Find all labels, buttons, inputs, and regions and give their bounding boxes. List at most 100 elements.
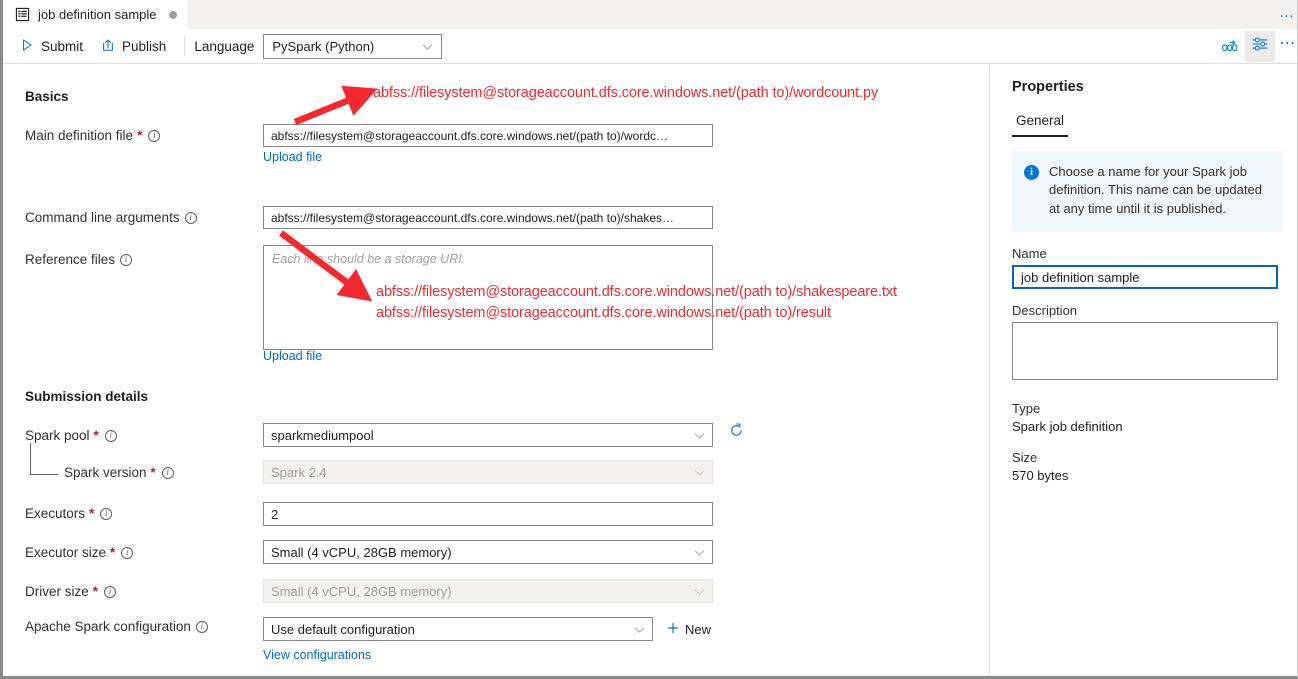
- new-label: New: [685, 622, 711, 637]
- spark-version-dropdown: Spark 2.4: [263, 460, 713, 484]
- required-asterisk: *: [94, 428, 99, 443]
- tab-overflow-menu[interactable]: …: [1273, 0, 1298, 29]
- main-definition-file-label-text: Main definition file: [25, 128, 133, 143]
- name-input[interactable]: [1012, 265, 1278, 289]
- language-dropdown[interactable]: PySpark (Python): [263, 34, 442, 59]
- required-asterisk: *: [93, 584, 98, 599]
- name-field-label: Name: [1012, 246, 1282, 261]
- spark-pool-dropdown[interactable]: sparkmediumpool: [263, 423, 713, 447]
- add-to-pipeline-button[interactable]: [1215, 31, 1245, 62]
- spark-job-definition-editor: job definition sample … Submit Pub: [0, 0, 1298, 679]
- info-icon[interactable]: i: [120, 254, 132, 266]
- view-configurations-link[interactable]: View configurations: [263, 648, 371, 662]
- chevron-down-icon: [694, 584, 705, 599]
- upload-main-file-link[interactable]: Upload file: [263, 150, 322, 164]
- required-asterisk: *: [89, 506, 94, 521]
- size-label: Size: [1012, 450, 1282, 465]
- command-bar: Submit Publish Language PySpark (Python): [3, 29, 1298, 64]
- upload-box-icon: [101, 38, 115, 55]
- executor-size-value: Small (4 vCPU, 28GB memory): [271, 545, 452, 560]
- tab-label: job definition sample: [38, 7, 157, 22]
- language-label: Language: [194, 39, 254, 54]
- spark-pool-label-text: Spark pool: [25, 428, 90, 443]
- type-value: Spark job definition: [1012, 419, 1282, 434]
- apache-spark-configuration-label: Apache Spark configuration i: [25, 619, 208, 634]
- command-line-arguments-label: Command line arguments i: [25, 210, 197, 225]
- main-definition-file-label: Main definition file * i: [25, 128, 160, 143]
- command-line-arguments-label-text: Command line arguments: [25, 210, 180, 225]
- refresh-icon: [728, 422, 745, 444]
- unsaved-changes-dot: [169, 11, 177, 19]
- language-value: PySpark (Python): [272, 39, 374, 54]
- chevron-down-icon: [694, 465, 705, 480]
- tab-job-definition-sample[interactable]: job definition sample: [3, 0, 187, 29]
- executor-size-label: Executor size * i: [25, 545, 133, 560]
- chevron-down-icon: [634, 622, 645, 637]
- driver-size-value: Small (4 vCPU, 28GB memory): [271, 584, 452, 599]
- submit-button[interactable]: Submit: [11, 32, 92, 60]
- add-to-pipeline-icon: [1220, 34, 1240, 59]
- new-configuration-button[interactable]: New: [666, 621, 711, 638]
- basics-section-title: Basics: [25, 89, 69, 104]
- properties-panel: Properties General i Choose a name for y…: [990, 65, 1298, 676]
- more-options-button[interactable]: ⋯: [1275, 31, 1298, 62]
- info-icon[interactable]: i: [100, 508, 112, 520]
- annotation-arrow-main-file: [293, 85, 393, 125]
- executors-label: Executors * i: [25, 506, 112, 521]
- reference-files-label-text: Reference files: [25, 252, 115, 267]
- type-label: Type: [1012, 401, 1282, 416]
- properties-info-box: i Choose a name for your Spark job defin…: [1012, 151, 1282, 232]
- executors-label-text: Executors: [25, 506, 85, 521]
- info-circle-icon: i: [1024, 165, 1039, 180]
- properties-toggle-button[interactable]: [1245, 31, 1275, 62]
- chevron-down-icon: [422, 39, 433, 54]
- info-icon[interactable]: i: [185, 212, 197, 224]
- info-icon[interactable]: i: [104, 586, 116, 598]
- description-field-label: Description: [1012, 303, 1282, 318]
- tab-general[interactable]: General: [1012, 113, 1068, 137]
- reference-files-textarea[interactable]: [263, 245, 713, 350]
- command-bar-divider: [184, 36, 185, 56]
- size-value: 570 bytes: [1012, 468, 1282, 483]
- info-icon[interactable]: i: [121, 547, 133, 559]
- executors-input[interactable]: [263, 502, 713, 526]
- required-asterisk: *: [110, 545, 115, 560]
- info-icon[interactable]: i: [148, 130, 160, 142]
- required-asterisk: *: [137, 128, 142, 143]
- info-icon[interactable]: i: [105, 430, 117, 442]
- command-bar-right-group: ⋯: [1215, 29, 1298, 64]
- driver-size-label-text: Driver size: [25, 584, 89, 599]
- editor-body: Basics Main definition file * i Upload f…: [3, 65, 1298, 676]
- tab-strip-spacer: [187, 0, 1273, 29]
- executor-size-dropdown[interactable]: Small (4 vCPU, 28GB memory): [263, 540, 713, 564]
- properties-info-text: Choose a name for your Spark job definit…: [1049, 163, 1268, 218]
- submission-details-section-title: Submission details: [25, 389, 148, 404]
- chevron-down-icon: [694, 545, 705, 560]
- spark-pool-value: sparkmediumpool: [271, 428, 374, 443]
- refresh-spark-pools-button[interactable]: [725, 422, 747, 444]
- plus-icon: [666, 621, 680, 638]
- apache-spark-configuration-dropdown[interactable]: Use default configuration: [263, 617, 653, 641]
- description-textarea[interactable]: [1012, 322, 1278, 380]
- chevron-down-icon: [694, 428, 705, 443]
- driver-size-label: Driver size * i: [25, 584, 116, 599]
- info-icon[interactable]: i: [196, 621, 208, 633]
- command-line-arguments-input[interactable]: [263, 206, 713, 229]
- publish-button[interactable]: Publish: [92, 32, 175, 60]
- spark-version-tree-connector: [30, 443, 58, 475]
- publish-label: Publish: [122, 39, 166, 54]
- info-icon[interactable]: i: [162, 467, 174, 479]
- job-definition-form: Basics Main definition file * i Upload f…: [3, 65, 990, 676]
- upload-reference-files-link[interactable]: Upload file: [263, 349, 322, 363]
- main-definition-file-input[interactable]: [263, 124, 713, 147]
- spark-version-label-text: Spark version: [64, 465, 147, 480]
- annotation-main-file-text: abfss://filesystem@storageaccount.dfs.co…: [373, 85, 878, 101]
- driver-size-dropdown: Small (4 vCPU, 28GB memory): [263, 579, 713, 603]
- executor-size-label-text: Executor size: [25, 545, 106, 560]
- properties-title: Properties: [1012, 79, 1282, 95]
- properties-sliders-icon: [1250, 34, 1270, 59]
- apache-spark-configuration-value: Use default configuration: [271, 622, 415, 637]
- tab-strip: job definition sample …: [3, 0, 1298, 29]
- spark-pool-label: Spark pool * i: [25, 428, 117, 443]
- spark-version-value: Spark 2.4: [271, 465, 327, 480]
